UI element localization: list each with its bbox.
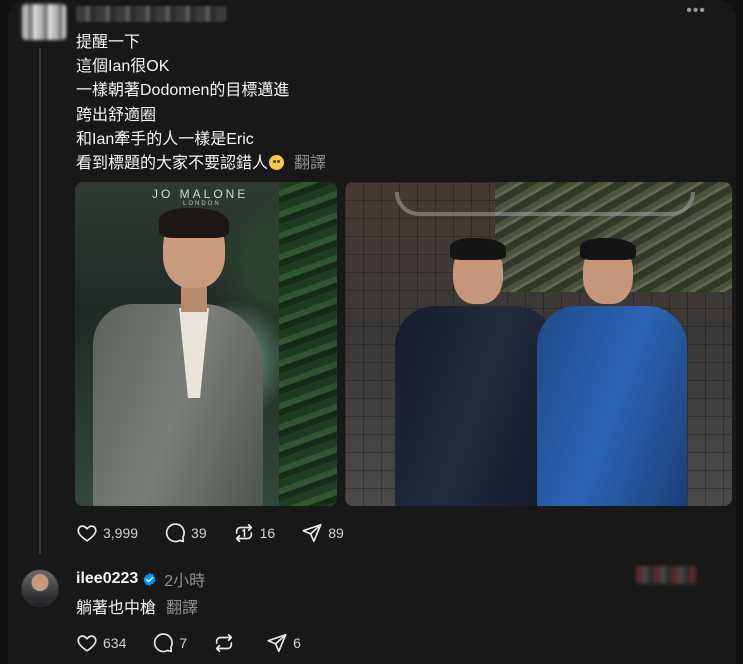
- more-icon[interactable]: •••: [686, 2, 706, 20]
- author-avatar[interactable]: [22, 4, 66, 40]
- post-actions: 3,999 39 16 89: [76, 522, 370, 544]
- reply-text-row: 躺著也中槍 翻譯: [76, 594, 198, 618]
- post-line: 提醒一下: [76, 34, 141, 51]
- reply-username[interactable]: ilee0223: [76, 570, 138, 588]
- translate-button[interactable]: 翻譯: [166, 600, 198, 617]
- share-button[interactable]: 89: [301, 522, 344, 544]
- store-brand-sign: JO MALONE: [152, 187, 249, 201]
- share-icon: [267, 633, 287, 653]
- comment-button[interactable]: 7: [152, 632, 187, 654]
- repost-icon: [215, 633, 233, 653]
- comment-icon: [165, 523, 185, 543]
- pipe: [395, 192, 695, 216]
- post-line: 跨出舒適圈: [76, 106, 157, 124]
- post-last-line: 看到標題的大家不要認錯人 翻譯: [76, 152, 326, 176]
- thread-line: [39, 48, 41, 554]
- heart-icon: [77, 635, 97, 652]
- repost-icon: [235, 523, 252, 543]
- reply-actions: 634 7 6: [76, 632, 327, 654]
- hair: [450, 238, 506, 260]
- coat: [93, 304, 263, 506]
- post-image-2[interactable]: [345, 182, 732, 506]
- repost-count: 16: [259, 525, 276, 541]
- comment-count: 7: [179, 635, 188, 651]
- heart-icon: [77, 525, 97, 542]
- post-line: 這個Ian很OK: [76, 58, 170, 76]
- reply-text: 躺著也中槍: [76, 600, 157, 617]
- hair: [159, 208, 229, 238]
- reply-redacted-area: [636, 566, 696, 584]
- person-figure-left: [395, 238, 555, 506]
- person-figure: [93, 208, 273, 506]
- share-count: 6: [293, 635, 301, 651]
- like-count: 634: [103, 635, 127, 651]
- reply-header: ilee0223 2小時: [76, 567, 205, 591]
- share-icon: [302, 523, 322, 543]
- dark-shirt: [395, 306, 555, 506]
- reply-timestamp: 2小時: [164, 573, 206, 590]
- like-button[interactable]: 3,999: [76, 522, 138, 544]
- emoji-icon: [269, 155, 285, 171]
- like-button[interactable]: 634: [76, 632, 126, 654]
- blue-shirt: [537, 306, 687, 506]
- repost-button[interactable]: [213, 632, 240, 654]
- author-username-blurred[interactable]: [76, 6, 226, 22]
- comment-button[interactable]: 39: [164, 522, 207, 544]
- post-image-1[interactable]: JO MALONE LONDON: [75, 182, 337, 506]
- post-line: 一樣朝著Dodomen的目標邁進: [76, 82, 290, 100]
- comment-icon: [154, 633, 174, 653]
- hair: [580, 238, 636, 260]
- plant-leaves: [279, 182, 337, 506]
- post-text: 提醒一下 這個Ian很OK 一樣朝著Dodomen的目標邁進 跨出舒適圈 和Ia…: [76, 31, 326, 176]
- store-brand-sub: LONDON: [183, 201, 221, 207]
- comment-count: 39: [191, 525, 207, 541]
- repost-button[interactable]: 16: [233, 522, 276, 544]
- translate-button[interactable]: 翻譯: [294, 155, 326, 172]
- share-count: 89: [328, 525, 344, 541]
- like-count: 3,999: [103, 525, 139, 541]
- verified-badge-icon: [143, 572, 156, 586]
- person-figure-right: [537, 238, 687, 506]
- share-button[interactable]: 6: [266, 632, 301, 654]
- reply-avatar[interactable]: [21, 569, 59, 607]
- thread-card: ••• 提醒一下 這個Ian很OK 一樣朝著Dodomen的目標邁進 跨出舒適圈…: [8, 0, 736, 664]
- post-line: 和Ian牽手的人一樣是Eric: [76, 130, 254, 148]
- post-line: 看到標題的大家不要認錯人: [76, 155, 269, 173]
